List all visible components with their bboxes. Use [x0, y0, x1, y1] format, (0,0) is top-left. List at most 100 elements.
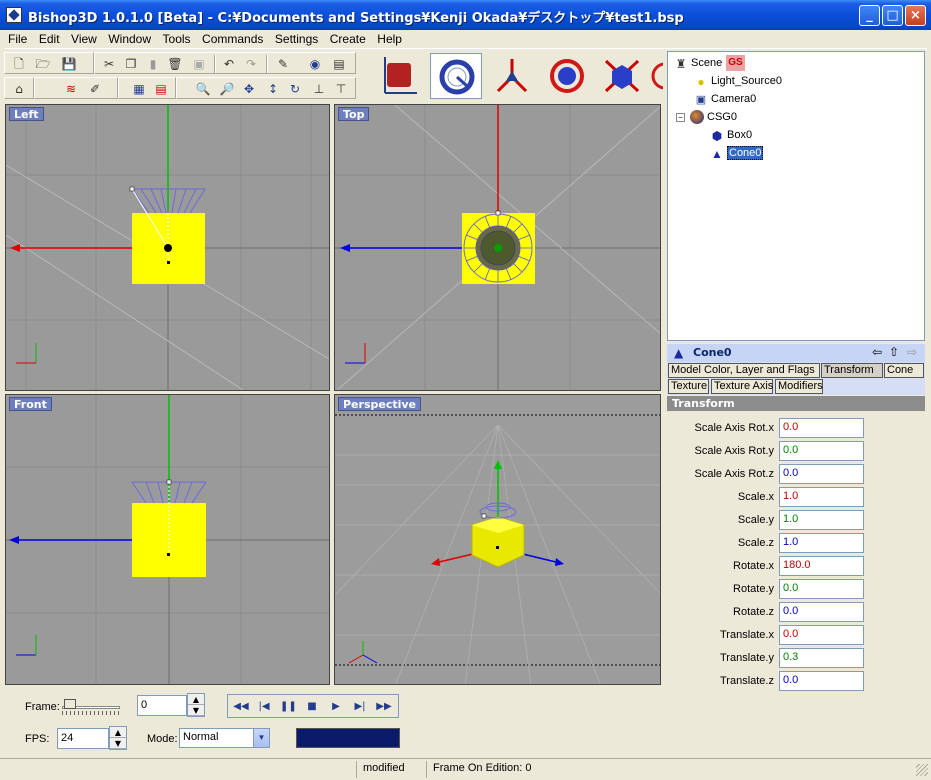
copy-icon[interactable]: ❐ [123, 56, 139, 72]
prop-value-input[interactable]: 0.0 [779, 441, 864, 461]
redo-icon[interactable]: ↷ [243, 56, 259, 72]
prop-value-input[interactable]: 0.0 [779, 602, 864, 622]
open-file-icon[interactable]: 🗁 [35, 56, 51, 72]
delete-icon[interactable]: 🗑 [167, 56, 183, 72]
tree-root-scene[interactable]: ♜ Scene GS [674, 55, 745, 72]
tree-item-cone[interactable]: ▲ Cone0 [710, 145, 764, 161]
resize-grip[interactable] [916, 764, 928, 776]
more-tools-button[interactable] [651, 53, 663, 99]
clapper-icon[interactable]: ▤ [331, 56, 347, 72]
tab-transform[interactable]: Transform [821, 363, 883, 378]
collapse-toggle[interactable]: − [676, 112, 685, 122]
chevron-down-icon[interactable]: ▼ [253, 729, 269, 747]
rewind-icon[interactable]: ◀◀ [233, 699, 249, 715]
menu-help[interactable]: Help [373, 30, 406, 46]
frame-spinner[interactable]: ▲ ▼ [187, 693, 205, 717]
viewport-top[interactable]: Top [334, 104, 661, 391]
edit-script-icon[interactable]: ✎ [275, 56, 291, 72]
close-button[interactable]: × [905, 5, 926, 26]
menu-commands[interactable]: Commands [198, 30, 267, 46]
tab-cone[interactable]: Cone [884, 363, 924, 378]
navigation-toolbar: 🔍 🔎 ✥ ↕ ↻ ⊥ ⊤ [176, 77, 356, 99]
property-tabs: Model Color, Layer and Flags Transform C… [667, 362, 925, 395]
object-mode-button[interactable] [375, 53, 427, 99]
playback-controls: ◀◀ |◀ ❚❚ ■ ▶ ▶| ▶▶ [227, 694, 399, 718]
rotate-tool-button[interactable] [541, 53, 593, 99]
tree-item-light[interactable]: ● Light_Source0 [694, 73, 782, 89]
prop-value-input[interactable]: 0.3 [779, 648, 864, 668]
duplicate-icon[interactable]: ▣ [191, 56, 207, 72]
frame-slider[interactable] [62, 698, 122, 716]
mode-select[interactable]: Normal ▼ [179, 728, 270, 748]
pause-icon[interactable]: ❚❚ [280, 699, 297, 715]
stop-icon[interactable]: ■ [304, 699, 320, 715]
zoom-in-icon[interactable]: 🔍 [195, 81, 211, 97]
menu-edit[interactable]: Edit [35, 30, 64, 46]
zoom-out-icon[interactable]: 🔎 [219, 81, 235, 97]
table-view-icon[interactable]: ▤ [153, 81, 169, 97]
scale-tool-button[interactable] [596, 53, 648, 99]
dolly-icon[interactable]: ⊥ [311, 81, 327, 97]
fps-spinner[interactable]: ▲ ▼ [109, 726, 127, 750]
menu-window[interactable]: Window [104, 30, 155, 46]
viewport-perspective[interactable]: Perspective [334, 394, 661, 685]
step-forward-icon[interactable]: ▶| [352, 699, 368, 715]
prop-value-input[interactable]: 0.0 [779, 579, 864, 599]
menu-file[interactable]: File [4, 30, 31, 46]
tree-item-csg[interactable]: − CSG0 [676, 109, 737, 125]
prop-value-input[interactable]: 0.0 [779, 464, 864, 484]
tab-modifiers[interactable]: Modifiers [775, 379, 823, 394]
vertical-move-icon[interactable]: ↕ [265, 81, 281, 97]
undo-icon[interactable]: ↶ [221, 56, 237, 72]
mode-value: Normal [183, 731, 219, 743]
viewport-label: Front [9, 397, 52, 411]
layers-icon[interactable]: ≋ [63, 81, 79, 97]
menu-settings[interactable]: Settings [271, 30, 322, 46]
minimize-button[interactable]: _ [859, 5, 880, 26]
new-file-icon[interactable]: 🗋 [11, 56, 27, 72]
menu-tools[interactable]: Tools [159, 30, 195, 46]
step-back-icon[interactable]: |◀ [256, 699, 272, 715]
pan-icon[interactable]: ✥ [241, 81, 257, 97]
arrow-up-icon[interactable]: ⇧ [889, 345, 899, 359]
paste-icon[interactable]: ▮ [145, 56, 161, 72]
maximize-button[interactable]: □ [882, 5, 903, 26]
viewport-front[interactable]: Front [5, 394, 330, 685]
tab-texture[interactable]: Texture [668, 379, 709, 394]
play-icon[interactable]: ▶ [328, 699, 344, 715]
app-icon[interactable] [6, 7, 22, 23]
edit-object-icon[interactable]: ✐ [87, 81, 103, 97]
menu-create[interactable]: Create [326, 30, 370, 46]
frame-input[interactable]: 0 [137, 695, 187, 716]
timeline-bar[interactable] [296, 728, 400, 748]
render-icon[interactable]: ◉ [307, 56, 323, 72]
prop-value-input[interactable]: 0.0 [779, 625, 864, 645]
tab-model-color[interactable]: Model Color, Layer and Flags [668, 363, 820, 378]
grid-view-icon[interactable]: ▦ [131, 81, 147, 97]
fps-input[interactable]: 24 [57, 728, 109, 749]
prop-value-input[interactable]: 1.0 [779, 510, 864, 530]
arrow-right-icon[interactable]: ⇨ [907, 345, 917, 359]
viewport-left[interactable]: Left [5, 104, 330, 391]
animation-panel: Frame: 0 ▲ ▼ ◀◀ |◀ ❚❚ ■ ▶ ▶| ▶▶ FPS: 24 ▲… [4, 688, 664, 756]
fast-forward-icon[interactable]: ▶▶ [376, 699, 392, 715]
tilt-icon[interactable]: ⊤ [333, 81, 349, 97]
select-mode-button[interactable] [430, 53, 482, 99]
prop-value-input[interactable]: 0.0 [779, 418, 864, 438]
tree-item-camera[interactable]: ▣ Camera0 [694, 91, 756, 107]
home-icon[interactable]: ⌂ [11, 81, 27, 97]
status-bar: modified Frame On Edition: 0 [0, 758, 931, 780]
prop-value-input[interactable]: 0.0 [779, 671, 864, 691]
prop-value-input[interactable]: 180.0 [779, 556, 864, 576]
prop-row: Scale.x 1.0 [667, 486, 925, 508]
tree-item-box[interactable]: ⬢ Box0 [710, 127, 752, 143]
cut-icon[interactable]: ✂ [101, 56, 117, 72]
orbit-icon[interactable]: ↻ [287, 81, 303, 97]
menu-view[interactable]: View [67, 30, 101, 46]
arrow-left-icon[interactable]: ⇦ [872, 345, 882, 359]
prop-value-input[interactable]: 1.0 [779, 487, 864, 507]
tab-texture-axis[interactable]: Texture Axis [711, 379, 773, 394]
move-tool-button[interactable] [486, 53, 538, 99]
prop-value-input[interactable]: 1.0 [779, 533, 864, 553]
save-icon[interactable]: 💾 [61, 56, 77, 72]
